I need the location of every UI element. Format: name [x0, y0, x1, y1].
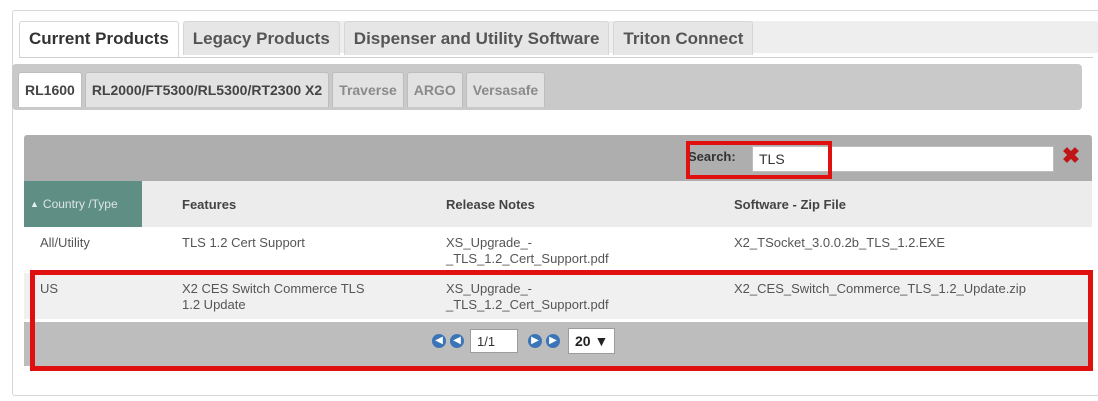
cell-feature: TLS 1.2 Cert Support	[182, 235, 305, 250]
search-highlight-box	[686, 141, 832, 179]
row-highlight-box	[30, 270, 1093, 371]
cell-country: All/Utility	[40, 235, 90, 250]
divider	[19, 57, 1093, 58]
subtab-rl1600[interactable]: RL1600	[18, 72, 82, 107]
column-header-release-notes[interactable]: Release Notes	[446, 181, 535, 227]
subtab-traverse[interactable]: Traverse	[332, 72, 404, 107]
tab-current-products[interactable]: Current Products	[19, 21, 179, 58]
subtab-rl2000-x2[interactable]: RL2000/FT5300/RL5300/RT2300 X2	[84, 72, 330, 107]
release-notes-line1: XS_Upgrade_-	[446, 235, 532, 250]
subtab-versasafe[interactable]: Versasafe	[465, 72, 546, 107]
sub-tabs: RL1600 RL2000/FT5300/RL5300/RT2300 X2 Tr…	[18, 72, 548, 107]
cell-software[interactable]: X2_TSocket_3.0.0.2b_TLS_1.2.EXE	[734, 235, 945, 251]
subtab-panel: RL1600 RL2000/FT5300/RL5300/RT2300 X2 Tr…	[12, 64, 1082, 110]
top-tabs: Current Products Legacy Products Dispens…	[19, 21, 757, 58]
sort-ascending-icon: ▲	[30, 198, 39, 209]
tab-triton-connect[interactable]: Triton Connect	[613, 21, 754, 55]
table-row[interactable]: All/Utility TLS 1.2 Cert Support XS_Upgr…	[24, 227, 1092, 274]
column-header-software[interactable]: Software - Zip File	[734, 181, 846, 227]
column-header-country[interactable]: ▲ Country /Type	[24, 181, 142, 227]
tab-legacy-products[interactable]: Legacy Products	[182, 21, 340, 55]
column-header-features[interactable]: Features	[182, 181, 236, 227]
column-header-country-label: Country /Type	[42, 196, 118, 211]
subtab-argo[interactable]: ARGO	[406, 72, 463, 107]
tab-dispenser-utility-software[interactable]: Dispenser and Utility Software	[343, 21, 610, 55]
clear-search-icon[interactable]: ✖	[1061, 145, 1081, 167]
release-notes-line2: _TLS_1.2_Cert_Support.pdf	[446, 251, 609, 266]
column-header-row: ▲ Country /Type Features Release Notes S…	[24, 181, 1092, 228]
cell-release-notes[interactable]: XS_Upgrade_- _TLS_1.2_Cert_Support.pdf	[446, 235, 609, 267]
